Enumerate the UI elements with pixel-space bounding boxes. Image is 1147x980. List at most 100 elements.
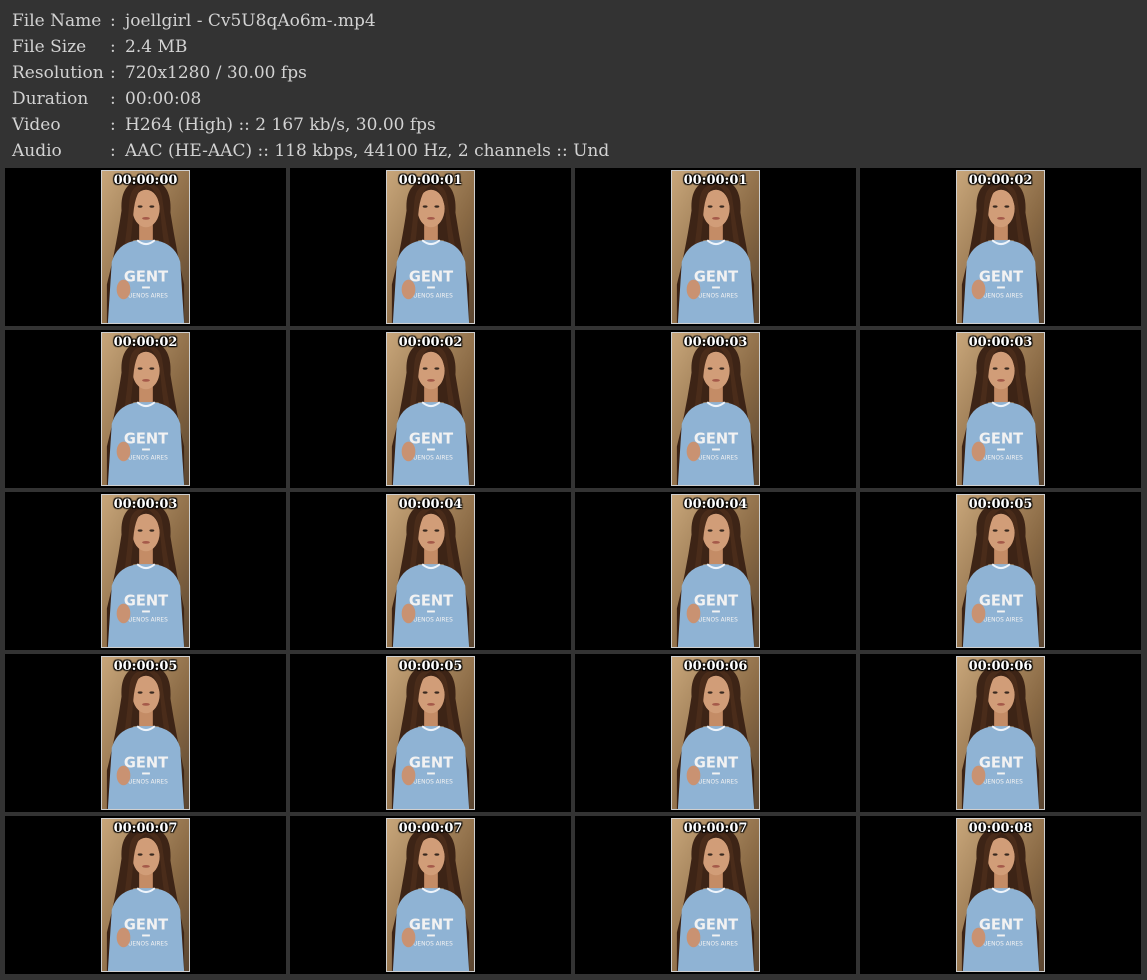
shirt-text-main: GENT: [979, 754, 1023, 771]
thumbnail-cell[interactable]: GENT BUENOS AIRES 00:00:05: [5, 654, 286, 812]
video-frame-thumbnail[interactable]: GENT BUENOS AIRES: [671, 656, 760, 810]
frame-timestamp: 00:00:08: [968, 821, 1033, 836]
video-frame-thumbnail[interactable]: GENT BUENOS AIRES: [956, 818, 1045, 972]
thumbnail-grid: GENT BUENOS AIRES 00:00:00 GENT BUENOS A…: [5, 168, 1142, 974]
shirt-text-sub: BUENOS AIRES: [694, 455, 738, 461]
video-frame-image: GENT BUENOS AIRES: [672, 657, 759, 809]
shirt-text-main: GENT: [694, 268, 738, 285]
video-frame-image: GENT BUENOS AIRES: [102, 333, 189, 485]
frame-timestamp: 00:00:05: [113, 659, 178, 674]
info-separator: :: [110, 141, 116, 161]
video-frame-image: GENT BUENOS AIRES: [102, 495, 189, 647]
info-value: 720x1280 / 30.00 fps: [125, 63, 307, 83]
video-frame-thumbnail[interactable]: GENT BUENOS AIRES: [386, 494, 475, 648]
video-frame-image: GENT BUENOS AIRES: [957, 333, 1044, 485]
video-frame-thumbnail[interactable]: GENT BUENOS AIRES: [956, 332, 1045, 486]
shirt-text-main: GENT: [409, 592, 453, 609]
info-value: joellgirl - Cv5U8qAo6m-.mp4: [125, 11, 376, 31]
shirt-text-sub: BUENOS AIRES: [979, 293, 1023, 299]
thumbnail-cell[interactable]: GENT BUENOS AIRES 00:00:03: [575, 330, 856, 488]
shirt-text-main: GENT: [694, 430, 738, 447]
video-frame-image: GENT BUENOS AIRES: [957, 171, 1044, 323]
info-label: Duration: [12, 89, 89, 109]
video-frame-image: GENT BUENOS AIRES: [102, 819, 189, 971]
thumbnail-cell[interactable]: GENT BUENOS AIRES 00:00:04: [290, 492, 571, 650]
shirt-text-main: GENT: [979, 916, 1023, 933]
shirt-text-main: GENT: [694, 916, 738, 933]
info-value: 00:00:08: [125, 89, 202, 109]
video-frame-thumbnail[interactable]: GENT BUENOS AIRES: [386, 818, 475, 972]
info-label: Audio: [12, 141, 62, 161]
frame-timestamp: 00:00:00: [113, 173, 178, 188]
video-frame-thumbnail[interactable]: GENT BUENOS AIRES: [386, 170, 475, 324]
info-separator: :: [110, 37, 116, 57]
thumbnail-cell[interactable]: GENT BUENOS AIRES 00:00:01: [575, 168, 856, 326]
frame-timestamp: 00:00:07: [683, 821, 748, 836]
video-frame-thumbnail[interactable]: GENT BUENOS AIRES: [386, 332, 475, 486]
thumbnail-cell[interactable]: GENT BUENOS AIRES 00:00:07: [5, 816, 286, 974]
video-frame-thumbnail[interactable]: GENT BUENOS AIRES: [956, 656, 1045, 810]
video-frame-thumbnail[interactable]: GENT BUENOS AIRES: [671, 332, 760, 486]
frame-timestamp: 00:00:07: [113, 821, 178, 836]
shirt-text-sub: BUENOS AIRES: [979, 779, 1023, 785]
video-frame-image: GENT BUENOS AIRES: [957, 657, 1044, 809]
thumbnail-cell[interactable]: GENT BUENOS AIRES 00:00:01: [290, 168, 571, 326]
shirt-text-main: GENT: [694, 754, 738, 771]
shirt-text-sub: BUENOS AIRES: [409, 617, 453, 623]
shirt-text-main: GENT: [124, 430, 168, 447]
info-row: Duration:00:00:08: [12, 86, 609, 112]
video-frame-thumbnail[interactable]: GENT BUENOS AIRES: [101, 332, 190, 486]
video-frame-image: GENT BUENOS AIRES: [387, 657, 474, 809]
video-frame-image: GENT BUENOS AIRES: [387, 171, 474, 323]
info-value: AAC (HE-AAC) :: 118 kbps, 44100 Hz, 2 ch…: [125, 141, 610, 161]
video-frame-thumbnail[interactable]: GENT BUENOS AIRES: [671, 170, 760, 324]
thumbnail-cell[interactable]: GENT BUENOS AIRES 00:00:05: [860, 492, 1141, 650]
thumbnail-cell[interactable]: GENT BUENOS AIRES 00:00:05: [290, 654, 571, 812]
shirt-text-main: GENT: [979, 430, 1023, 447]
frame-timestamp: 00:00:01: [398, 173, 463, 188]
shirt-text-sub: BUENOS AIRES: [124, 941, 168, 947]
frame-timestamp: 00:00:02: [113, 335, 178, 350]
info-label: File Name: [12, 11, 102, 31]
shirt-text-sub: BUENOS AIRES: [409, 293, 453, 299]
info-row: Resolution:720x1280 / 30.00 fps: [12, 60, 609, 86]
info-value: 2.4 MB: [125, 37, 188, 57]
video-frame-thumbnail[interactable]: GENT BUENOS AIRES: [101, 656, 190, 810]
thumbnail-cell[interactable]: GENT BUENOS AIRES 00:00:03: [860, 330, 1141, 488]
info-row: File Size:2.4 MB: [12, 34, 609, 60]
shirt-text-sub: BUENOS AIRES: [979, 455, 1023, 461]
shirt-text-main: GENT: [409, 916, 453, 933]
thumbnail-cell[interactable]: GENT BUENOS AIRES 00:00:04: [575, 492, 856, 650]
frame-timestamp: 00:00:07: [398, 821, 463, 836]
shirt-text-main: GENT: [124, 268, 168, 285]
thumbnail-cell[interactable]: GENT BUENOS AIRES 00:00:03: [5, 492, 286, 650]
frame-timestamp: 00:00:02: [398, 335, 463, 350]
video-frame-thumbnail[interactable]: GENT BUENOS AIRES: [671, 818, 760, 972]
thumbnail-cell[interactable]: GENT BUENOS AIRES 00:00:07: [575, 816, 856, 974]
video-frame-image: GENT BUENOS AIRES: [672, 171, 759, 323]
thumbnail-cell[interactable]: GENT BUENOS AIRES 00:00:02: [860, 168, 1141, 326]
thumbnail-cell[interactable]: GENT BUENOS AIRES 00:00:02: [5, 330, 286, 488]
video-frame-thumbnail[interactable]: GENT BUENOS AIRES: [386, 656, 475, 810]
shirt-text-sub: BUENOS AIRES: [694, 617, 738, 623]
shirt-text-sub: BUENOS AIRES: [124, 779, 168, 785]
thumbnail-cell[interactable]: GENT BUENOS AIRES 00:00:00: [5, 168, 286, 326]
thumbnail-cell[interactable]: GENT BUENOS AIRES 00:00:06: [860, 654, 1141, 812]
video-frame-thumbnail[interactable]: GENT BUENOS AIRES: [956, 170, 1045, 324]
video-frame-thumbnail[interactable]: GENT BUENOS AIRES: [671, 494, 760, 648]
shirt-text-main: GENT: [979, 268, 1023, 285]
video-frame-thumbnail[interactable]: GENT BUENOS AIRES: [101, 170, 190, 324]
video-frame-thumbnail[interactable]: GENT BUENOS AIRES: [956, 494, 1045, 648]
frame-timestamp: 00:00:04: [683, 497, 748, 512]
thumbnail-cell[interactable]: GENT BUENOS AIRES 00:00:07: [290, 816, 571, 974]
frame-timestamp: 00:00:03: [968, 335, 1033, 350]
shirt-text-main: GENT: [124, 592, 168, 609]
video-frame-image: GENT BUENOS AIRES: [387, 495, 474, 647]
thumbnail-cell[interactable]: GENT BUENOS AIRES 00:00:02: [290, 330, 571, 488]
file-info-panel: File Name: joellgirl - Cv5U8qAo6m-.mp4 Fil…: [12, 8, 609, 164]
thumbnail-cell[interactable]: GENT BUENOS AIRES 00:00:08: [860, 816, 1141, 974]
video-frame-thumbnail[interactable]: GENT BUENOS AIRES: [101, 494, 190, 648]
video-frame-thumbnail[interactable]: GENT BUENOS AIRES: [101, 818, 190, 972]
thumbnail-cell[interactable]: GENT BUENOS AIRES 00:00:06: [575, 654, 856, 812]
info-separator: :: [110, 63, 116, 83]
